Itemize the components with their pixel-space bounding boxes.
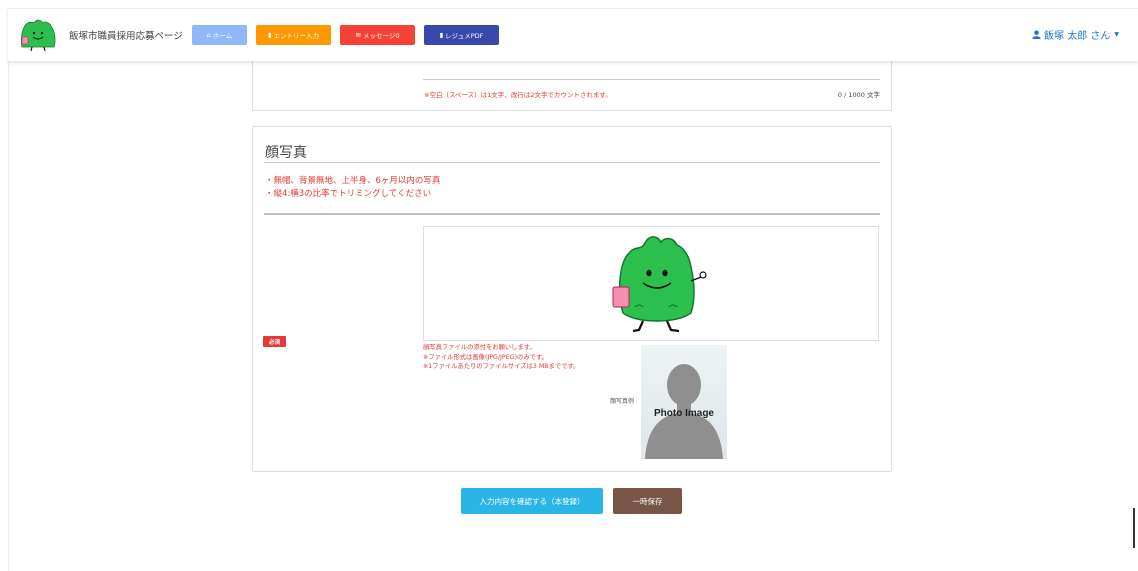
requirement-line: ・無帽、背景無地、上半身、6ヶ月以内の写真: [265, 176, 441, 186]
section-title: 顔写真: [265, 145, 307, 161]
divider: [264, 162, 880, 163]
confirm-button[interactable]: 入力内容を確認する（本登録）: [461, 488, 603, 514]
char-counter: 0 / 1000 文字: [837, 91, 880, 99]
scrollbar-thumb[interactable]: [1133, 508, 1135, 548]
photo-requirements: ・無帽、背景無地、上半身、6ヶ月以内の写真 ・縦4:横3の比率でトリミングしてく…: [265, 175, 440, 201]
example-caption: Photo Image: [653, 408, 714, 419]
site-title: 飯塚市職員採用応募ページ: [69, 31, 183, 42]
divider: [264, 213, 880, 215]
nav-home-label: ホーム: [212, 32, 233, 40]
user-name: 飯塚 太郎 さん: [1044, 31, 1111, 42]
example-photo: Photo Image: [641, 345, 727, 459]
space-count-note: ※空白（スペース）は1文字、改行は2文字でカウントされます。: [424, 91, 612, 99]
requirement-line: ・縦4:横3の比率でトリミングしてください: [265, 189, 432, 199]
previous-section-panel: ※空白（スペース）は1文字、改行は2文字でカウントされます。 0 / 1000 …: [252, 57, 892, 111]
home-icon: ⌂: [206, 31, 211, 39]
temporary-save-button[interactable]: 一時保存: [613, 488, 682, 514]
silhouette-image: [645, 364, 723, 459]
textarea-bottom-line: [423, 79, 880, 80]
photo-section-panel: 顔写真 ・無帽、背景無地、上半身、6ヶ月以内の写真 ・縦4:横3の比率でトリミン…: [252, 126, 892, 472]
nav-resume-label: レジュメPDF: [445, 32, 484, 40]
example-label: 顔写真例: [610, 398, 635, 405]
nav-message-label: メッセージ0: [362, 32, 400, 40]
caret-down-icon: ▼: [1114, 31, 1119, 38]
nav-entry-label: エントリー入力: [273, 32, 320, 40]
file-note-line: ※ファイル形式は画像(JPG/JPEG)のみです。: [423, 353, 548, 361]
file-note-line: ※1ファイルあたりのファイルサイズは3 MBまでです。: [423, 363, 580, 370]
nav-entry-button[interactable]: ▮ エントリー入力: [256, 25, 331, 45]
envelope-icon: ✉: [355, 31, 361, 39]
user-menu[interactable]: 飯塚 太郎 さん ▼: [1032, 27, 1119, 42]
nav-resume-button[interactable]: ▮ レジュメPDF: [424, 25, 499, 45]
nav-message-button[interactable]: ✉ メッセージ0: [340, 25, 415, 45]
mascot-image: [612, 236, 707, 333]
user-icon: [1032, 30, 1041, 39]
file-notes: 顔写真ファイルの添付をお願いします。 ※ファイル形式は画像(JPG/JPEG)の…: [423, 343, 579, 372]
document-icon: ▮: [267, 31, 272, 39]
top-navbar: 飯塚市職員採用応募ページ ⌂ ホーム ▮ エントリー入力 ✉ メッセージ0 ▮ …: [8, 8, 1138, 61]
document-icon: ▮: [439, 31, 444, 39]
photo-upload-area[interactable]: [423, 226, 879, 341]
file-note-line: 顔写真ファイルの添付をお願いします。: [423, 344, 536, 351]
mascot-logo[interactable]: [18, 17, 58, 51]
required-badge: 必須: [263, 336, 286, 347]
nav-home-button[interactable]: ⌂ ホーム: [192, 25, 247, 45]
